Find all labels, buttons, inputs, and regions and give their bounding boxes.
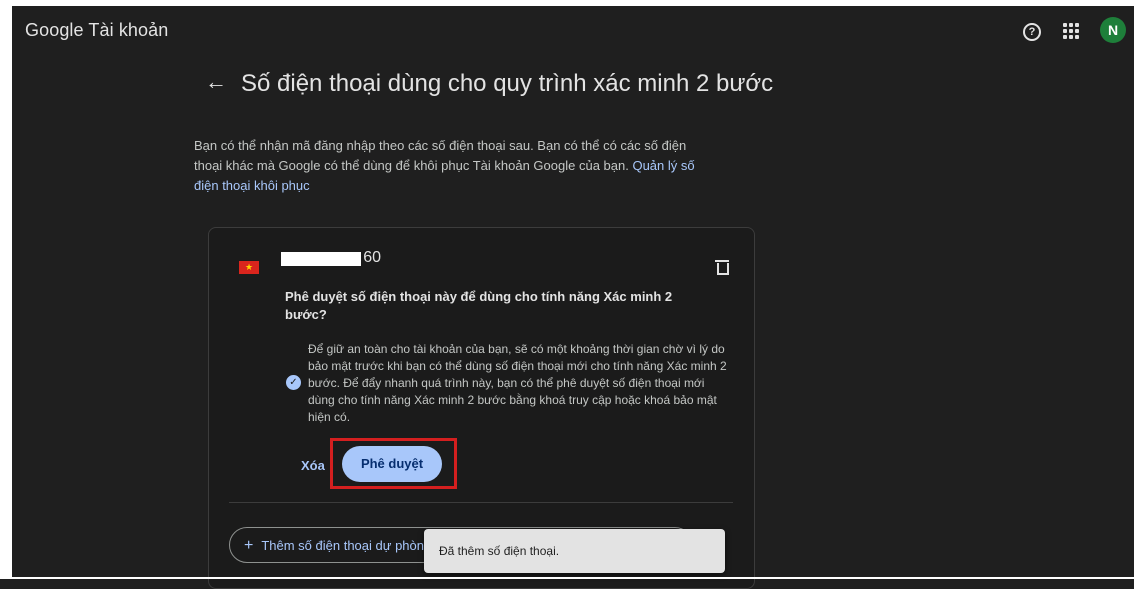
trash-icon[interactable]	[714, 258, 730, 276]
vietnam-flag-icon: ★	[239, 261, 259, 274]
phone-number-suffix: 60	[363, 249, 381, 266]
brand-logo[interactable]: Google Tài khoản	[25, 20, 168, 41]
redaction-mask	[281, 252, 361, 266]
back-arrow-icon[interactable]: ←	[205, 69, 227, 95]
snackbar: Đã thêm số điện thoại.	[424, 529, 725, 573]
intro-description: Bạn có thể nhận mã đăng nhập theo các số…	[194, 138, 687, 173]
approve-info-text: Để giữ an toàn cho tài khoản của bạn, sẽ…	[308, 342, 727, 424]
intro-text: Bạn có thể nhận mã đăng nhập theo các số…	[194, 136, 714, 196]
snackbar-message: Đã thêm số điện thoại.	[439, 544, 560, 558]
approve-question: Phê duyệt số điện thoại này để dùng cho …	[285, 289, 673, 322]
add-backup-phone-label: Thêm số điện thoại dự phòng	[261, 538, 432, 553]
help-icon[interactable]: ?	[1023, 23, 1041, 41]
app-header: Google Tài khoản ? N	[12, 6, 1134, 56]
plus-icon: +	[244, 537, 254, 554]
check-circle-icon: ✓	[286, 375, 301, 390]
delete-button[interactable]: Xóa	[301, 458, 325, 473]
highlight-box	[330, 438, 457, 489]
avatar[interactable]: N	[1100, 17, 1126, 43]
outer-frame-left	[0, 0, 12, 579]
divider	[229, 502, 733, 503]
apps-grid-icon[interactable]	[1063, 23, 1079, 39]
page-title: Số điện thoại dùng cho quy trình xác min…	[241, 70, 774, 97]
